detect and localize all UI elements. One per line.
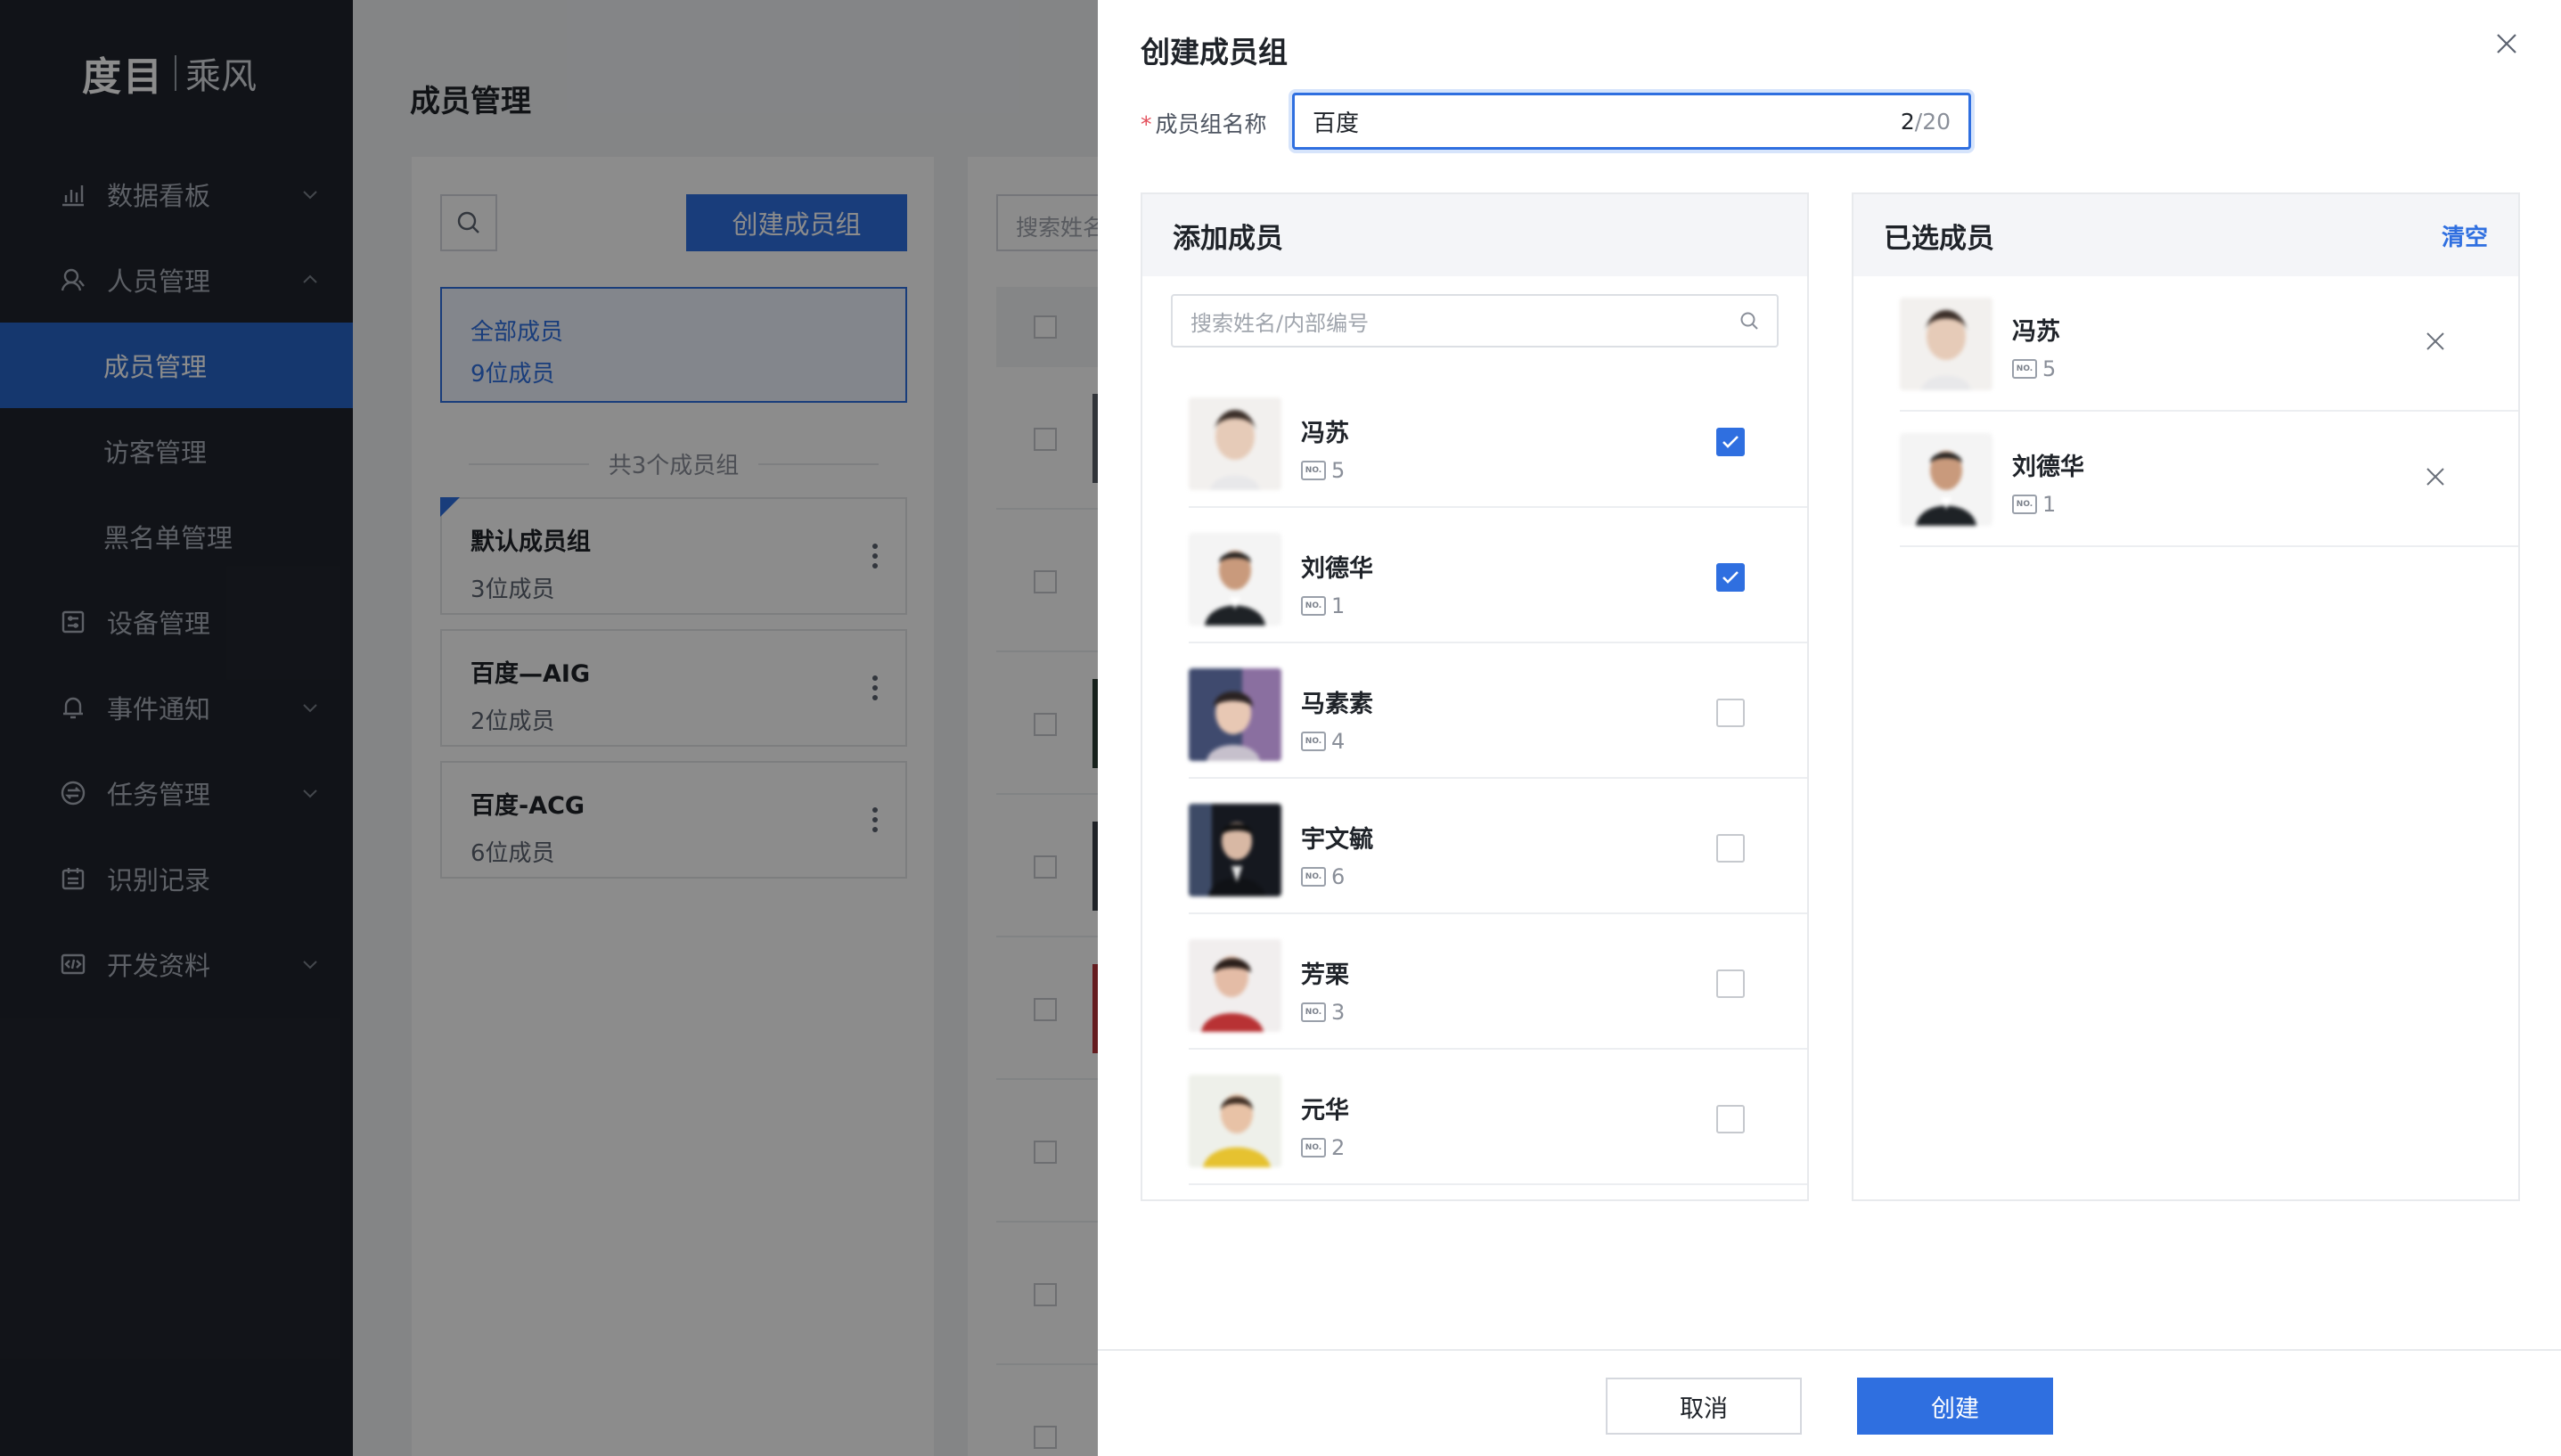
member-row[interactable]: 元华 NO. 2	[1189, 1050, 1807, 1185]
cancel-button[interactable]: 取消	[1606, 1378, 1802, 1435]
member-checkbox[interactable]	[1716, 969, 1745, 998]
avatar	[1189, 1075, 1281, 1167]
member-search-placeholder: 搜索姓名/内部编号	[1190, 310, 1370, 336]
member-no: NO. 1	[2012, 492, 2056, 517]
member-checkbox[interactable]	[1716, 1105, 1745, 1133]
selected-list: 冯苏 NO. 5 刘德华 NO. 1	[1853, 276, 2518, 547]
drawer-title: 创建成员组	[1141, 35, 1288, 70]
avatar	[1189, 939, 1281, 1032]
member-name: 刘德华	[1301, 555, 1373, 583]
member-row[interactable]: 冯苏 NO. 5	[1189, 372, 1807, 508]
id-badge-icon: NO.	[1301, 596, 1326, 616]
selected-row: 刘德华 NO. 1	[1900, 412, 2518, 547]
member-no: NO. 2	[1301, 1135, 1345, 1160]
member-search-input[interactable]: 搜索姓名/内部编号	[1171, 294, 1779, 348]
member-name: 刘德华	[2012, 454, 2084, 481]
remove-member-button[interactable]	[2422, 328, 2449, 355]
add-members-header: 添加成员	[1142, 194, 1807, 276]
close-icon	[2426, 332, 2444, 350]
member-no: NO. 4	[1301, 729, 1345, 754]
member-list: 冯苏 NO. 5 刘德华 NO. 1 马素素 NO. 4 宇文毓 NO. 6 芳…	[1142, 372, 1807, 1185]
selected-members-header: 已选成员 清空	[1853, 194, 2518, 276]
clear-button[interactable]: 清空	[2442, 219, 2488, 252]
id-badge-icon: NO.	[1301, 1138, 1326, 1157]
required-marker: *	[1141, 111, 1152, 137]
selected-members-title: 已选成员	[1884, 222, 1994, 255]
avatar	[1900, 433, 1992, 526]
id-badge-icon: NO.	[1301, 1002, 1326, 1022]
id-badge-icon: NO.	[1301, 732, 1326, 751]
create-button[interactable]: 创建	[1857, 1378, 2053, 1435]
member-no: NO. 6	[1301, 864, 1345, 889]
avatar	[1189, 804, 1281, 896]
member-checkbox[interactable]	[1716, 699, 1745, 727]
close-icon	[2497, 34, 2516, 53]
avatar	[1900, 298, 1992, 390]
member-name: 冯苏	[2012, 318, 2060, 346]
member-name: 元华	[1301, 1097, 1349, 1125]
id-badge-icon: NO.	[2012, 495, 2037, 514]
group-name-value: 百度	[1313, 110, 1360, 137]
create-group-drawer: 创建成员组 * 成员组名称 百度 2/20 添加成员 搜索姓名/内部编号 冯苏 N…	[1098, 0, 2561, 1456]
avatar	[1189, 533, 1281, 626]
add-members-title: 添加成员	[1173, 222, 1283, 255]
avatar	[1189, 668, 1281, 761]
member-no: NO. 3	[1301, 1000, 1345, 1025]
member-name: 马素素	[1301, 691, 1373, 718]
selected-row: 冯苏 NO. 5	[1900, 276, 2518, 412]
member-row[interactable]: 芳栗 NO. 3	[1189, 914, 1807, 1050]
member-no: NO. 5	[1301, 458, 1345, 483]
member-checkbox[interactable]	[1716, 834, 1745, 863]
id-badge-icon: NO.	[2012, 359, 2037, 379]
close-icon	[2426, 468, 2444, 486]
member-row[interactable]: 宇文毓 NO. 6	[1189, 779, 1807, 914]
member-row[interactable]: 马素素 NO. 4	[1189, 643, 1807, 779]
add-members-panel: 添加成员 搜索姓名/内部编号 冯苏 NO. 5 刘德华 NO. 1 马素素 NO…	[1141, 192, 1809, 1201]
close-button[interactable]	[2493, 30, 2520, 57]
id-badge-icon: NO.	[1301, 461, 1326, 480]
member-checkbox[interactable]	[1716, 428, 1745, 456]
checkmark-icon	[1722, 571, 1739, 584]
checkmark-icon	[1722, 436, 1739, 448]
member-checkbox[interactable]	[1716, 563, 1745, 592]
drawer-footer: 取消 创建	[1098, 1349, 2561, 1456]
member-name: 宇文毓	[1301, 826, 1373, 854]
group-name-input[interactable]: 百度 2/20	[1292, 93, 1971, 150]
id-badge-icon: NO.	[1301, 867, 1326, 887]
selected-members-panel: 已选成员 清空 冯苏 NO. 5 刘德华 NO. 1	[1852, 192, 2520, 1201]
member-no: NO. 5	[2012, 356, 2056, 381]
search-icon	[1740, 312, 1758, 330]
member-row[interactable]: 刘德华 NO. 1	[1189, 508, 1807, 643]
member-name: 芳栗	[1301, 961, 1349, 989]
member-no: NO. 1	[1301, 593, 1345, 618]
group-name-label: * 成员组名称	[1141, 111, 1267, 137]
member-name: 冯苏	[1301, 420, 1349, 447]
remove-member-button[interactable]	[2422, 463, 2449, 490]
avatar	[1189, 397, 1281, 490]
char-counter: 2/20	[1900, 108, 1951, 135]
